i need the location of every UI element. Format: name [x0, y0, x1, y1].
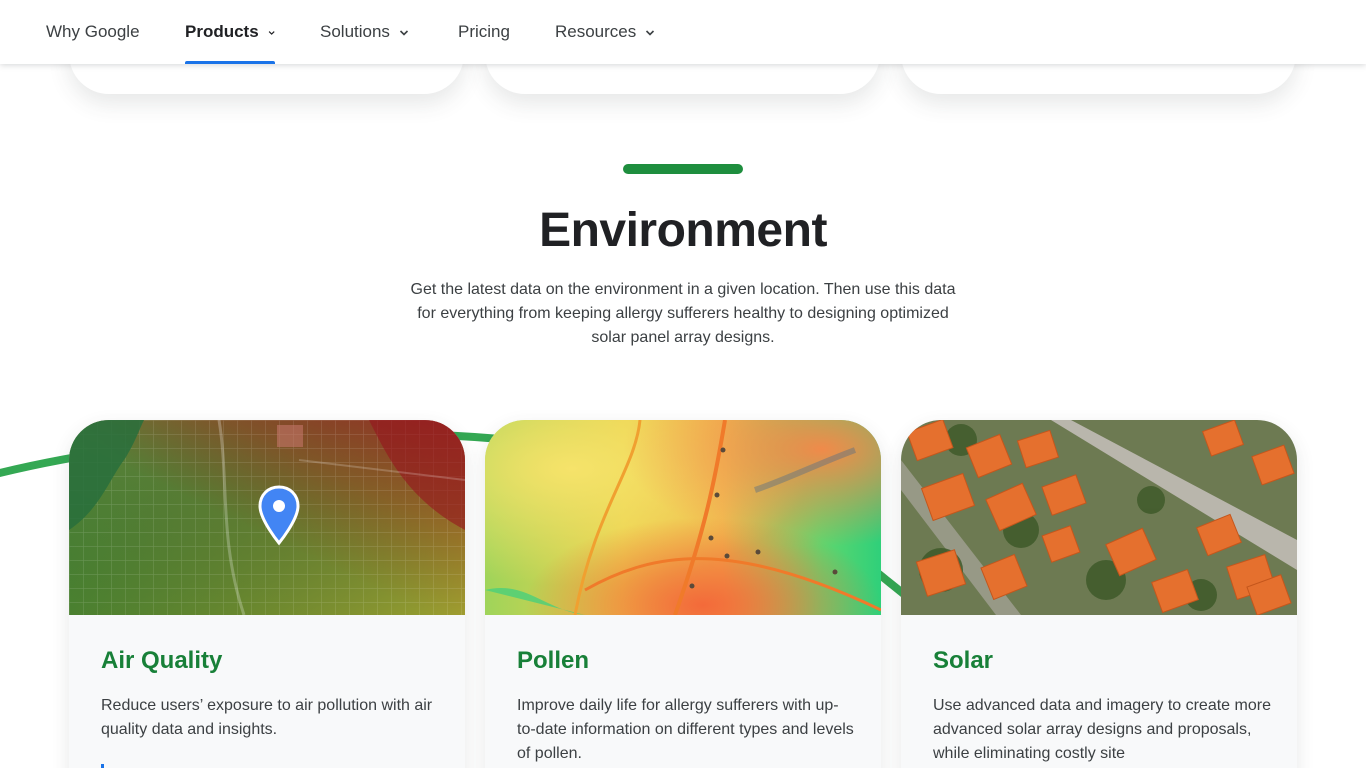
chevron-down-icon	[646, 30, 655, 36]
nav-products[interactable]: Products	[185, 0, 275, 64]
section-accent-bar	[623, 164, 743, 174]
pollen-heatmap-image	[485, 420, 881, 615]
nav-solutions-label: Solutions	[320, 22, 390, 41]
solar-rooftops-aerial-image	[901, 420, 1297, 615]
card-description: Use advanced data and imagery to create …	[933, 697, 1271, 762]
nav-solutions[interactable]: Solutions	[320, 0, 409, 64]
product-card-air-quality[interactable]: Air Quality Reduce users’ exposure to ai…	[69, 420, 465, 768]
card-title: Air Quality	[101, 647, 223, 674]
map-pin-icon	[258, 485, 300, 546]
page: Why Google Products Solutions Pricing Re…	[0, 0, 1366, 768]
card-title: Solar	[933, 647, 994, 674]
active-tab-indicator	[185, 61, 275, 64]
nav-resources[interactable]: Resources	[555, 0, 655, 64]
nav-pricing[interactable]: Pricing	[458, 0, 510, 64]
nav-why-google[interactable]: Why Google	[46, 0, 140, 64]
card-description: Reduce users’ exposure to air pollution …	[101, 697, 433, 738]
top-nav: Why Google Products Solutions Pricing Re…	[0, 0, 1366, 64]
section-title: Environment	[539, 204, 827, 257]
nav-pricing-label: Pricing	[458, 22, 510, 41]
section-description: Get the latest data on the environment i…	[410, 281, 956, 346]
learn-more-link[interactable]	[101, 764, 104, 768]
product-card-pollen[interactable]: Pollen Improve daily life for allergy su…	[485, 420, 881, 768]
nav-products-label: Products	[185, 22, 259, 41]
chevron-down-icon	[268, 31, 275, 35]
nav-resources-label: Resources	[555, 22, 637, 41]
card-title: Pollen	[517, 647, 590, 674]
nav-why-google-label: Why Google	[46, 22, 140, 41]
air-quality-map-image	[69, 420, 465, 615]
chevron-down-icon	[399, 30, 409, 36]
card-description: Improve daily life for allergy sufferers…	[517, 697, 854, 762]
product-card-solar[interactable]: Solar Use advanced data and imagery to c…	[901, 420, 1297, 768]
